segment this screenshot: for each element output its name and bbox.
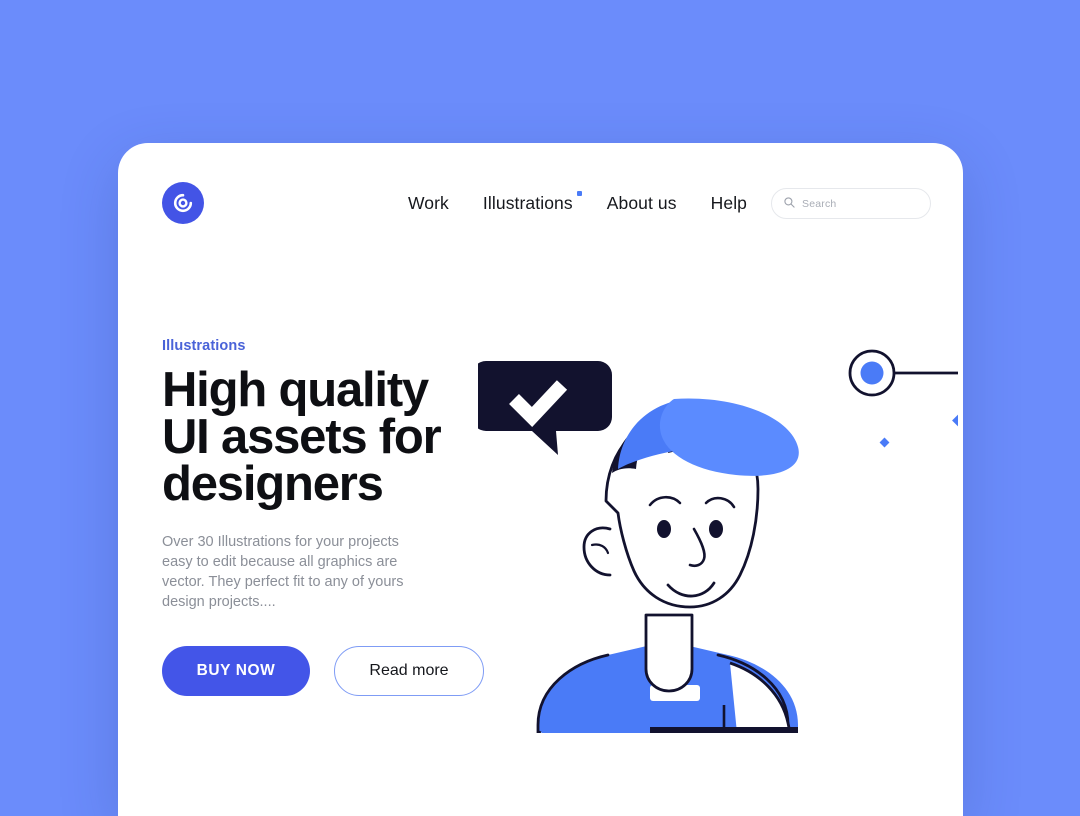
nav-item-illustrations[interactable]: Illustrations (482, 191, 582, 214)
circle-swirl-logo-icon (172, 192, 194, 214)
brand-logo[interactable] (162, 182, 204, 224)
read-more-button[interactable]: Read more (334, 646, 484, 696)
nav-label: Illustrations (482, 193, 573, 213)
nav-item-help[interactable]: Help (711, 193, 747, 214)
page-title: High quality UI assets for designers (162, 363, 492, 511)
nav-item-work[interactable]: Work (408, 193, 449, 214)
main-navigation: Work Illustrations About us Help (408, 191, 747, 214)
hero-description: Over 30 Illustrations for your projects … (162, 534, 404, 610)
nav-item-about-us[interactable]: About us (607, 193, 677, 214)
search-icon (784, 195, 795, 213)
headline-line-1: High quality (162, 363, 429, 417)
hero-button-row: BUY NOW Read more (162, 646, 492, 696)
headline-line-3: designers (162, 457, 384, 511)
nav-badge-dot-icon (576, 191, 582, 196)
search-input[interactable]: Search (802, 198, 836, 210)
headline-line-2: UI assets for (162, 410, 442, 464)
hero-section: Illustrations High quality UI assets for… (162, 338, 492, 696)
nav-label: About us (606, 193, 677, 213)
delivery-person-with-package-illustration (478, 333, 958, 733)
search-box[interactable]: Search (771, 188, 931, 219)
app-card: Work Illustrations About us Help Search (118, 143, 963, 816)
buy-now-button[interactable]: BUY NOW (162, 646, 310, 696)
nav-label: Work (408, 193, 449, 213)
nav-label: Help (710, 193, 748, 213)
hero-eyebrow: Illustrations (162, 338, 246, 354)
site-header: Work Illustrations About us Help Search (118, 143, 963, 263)
